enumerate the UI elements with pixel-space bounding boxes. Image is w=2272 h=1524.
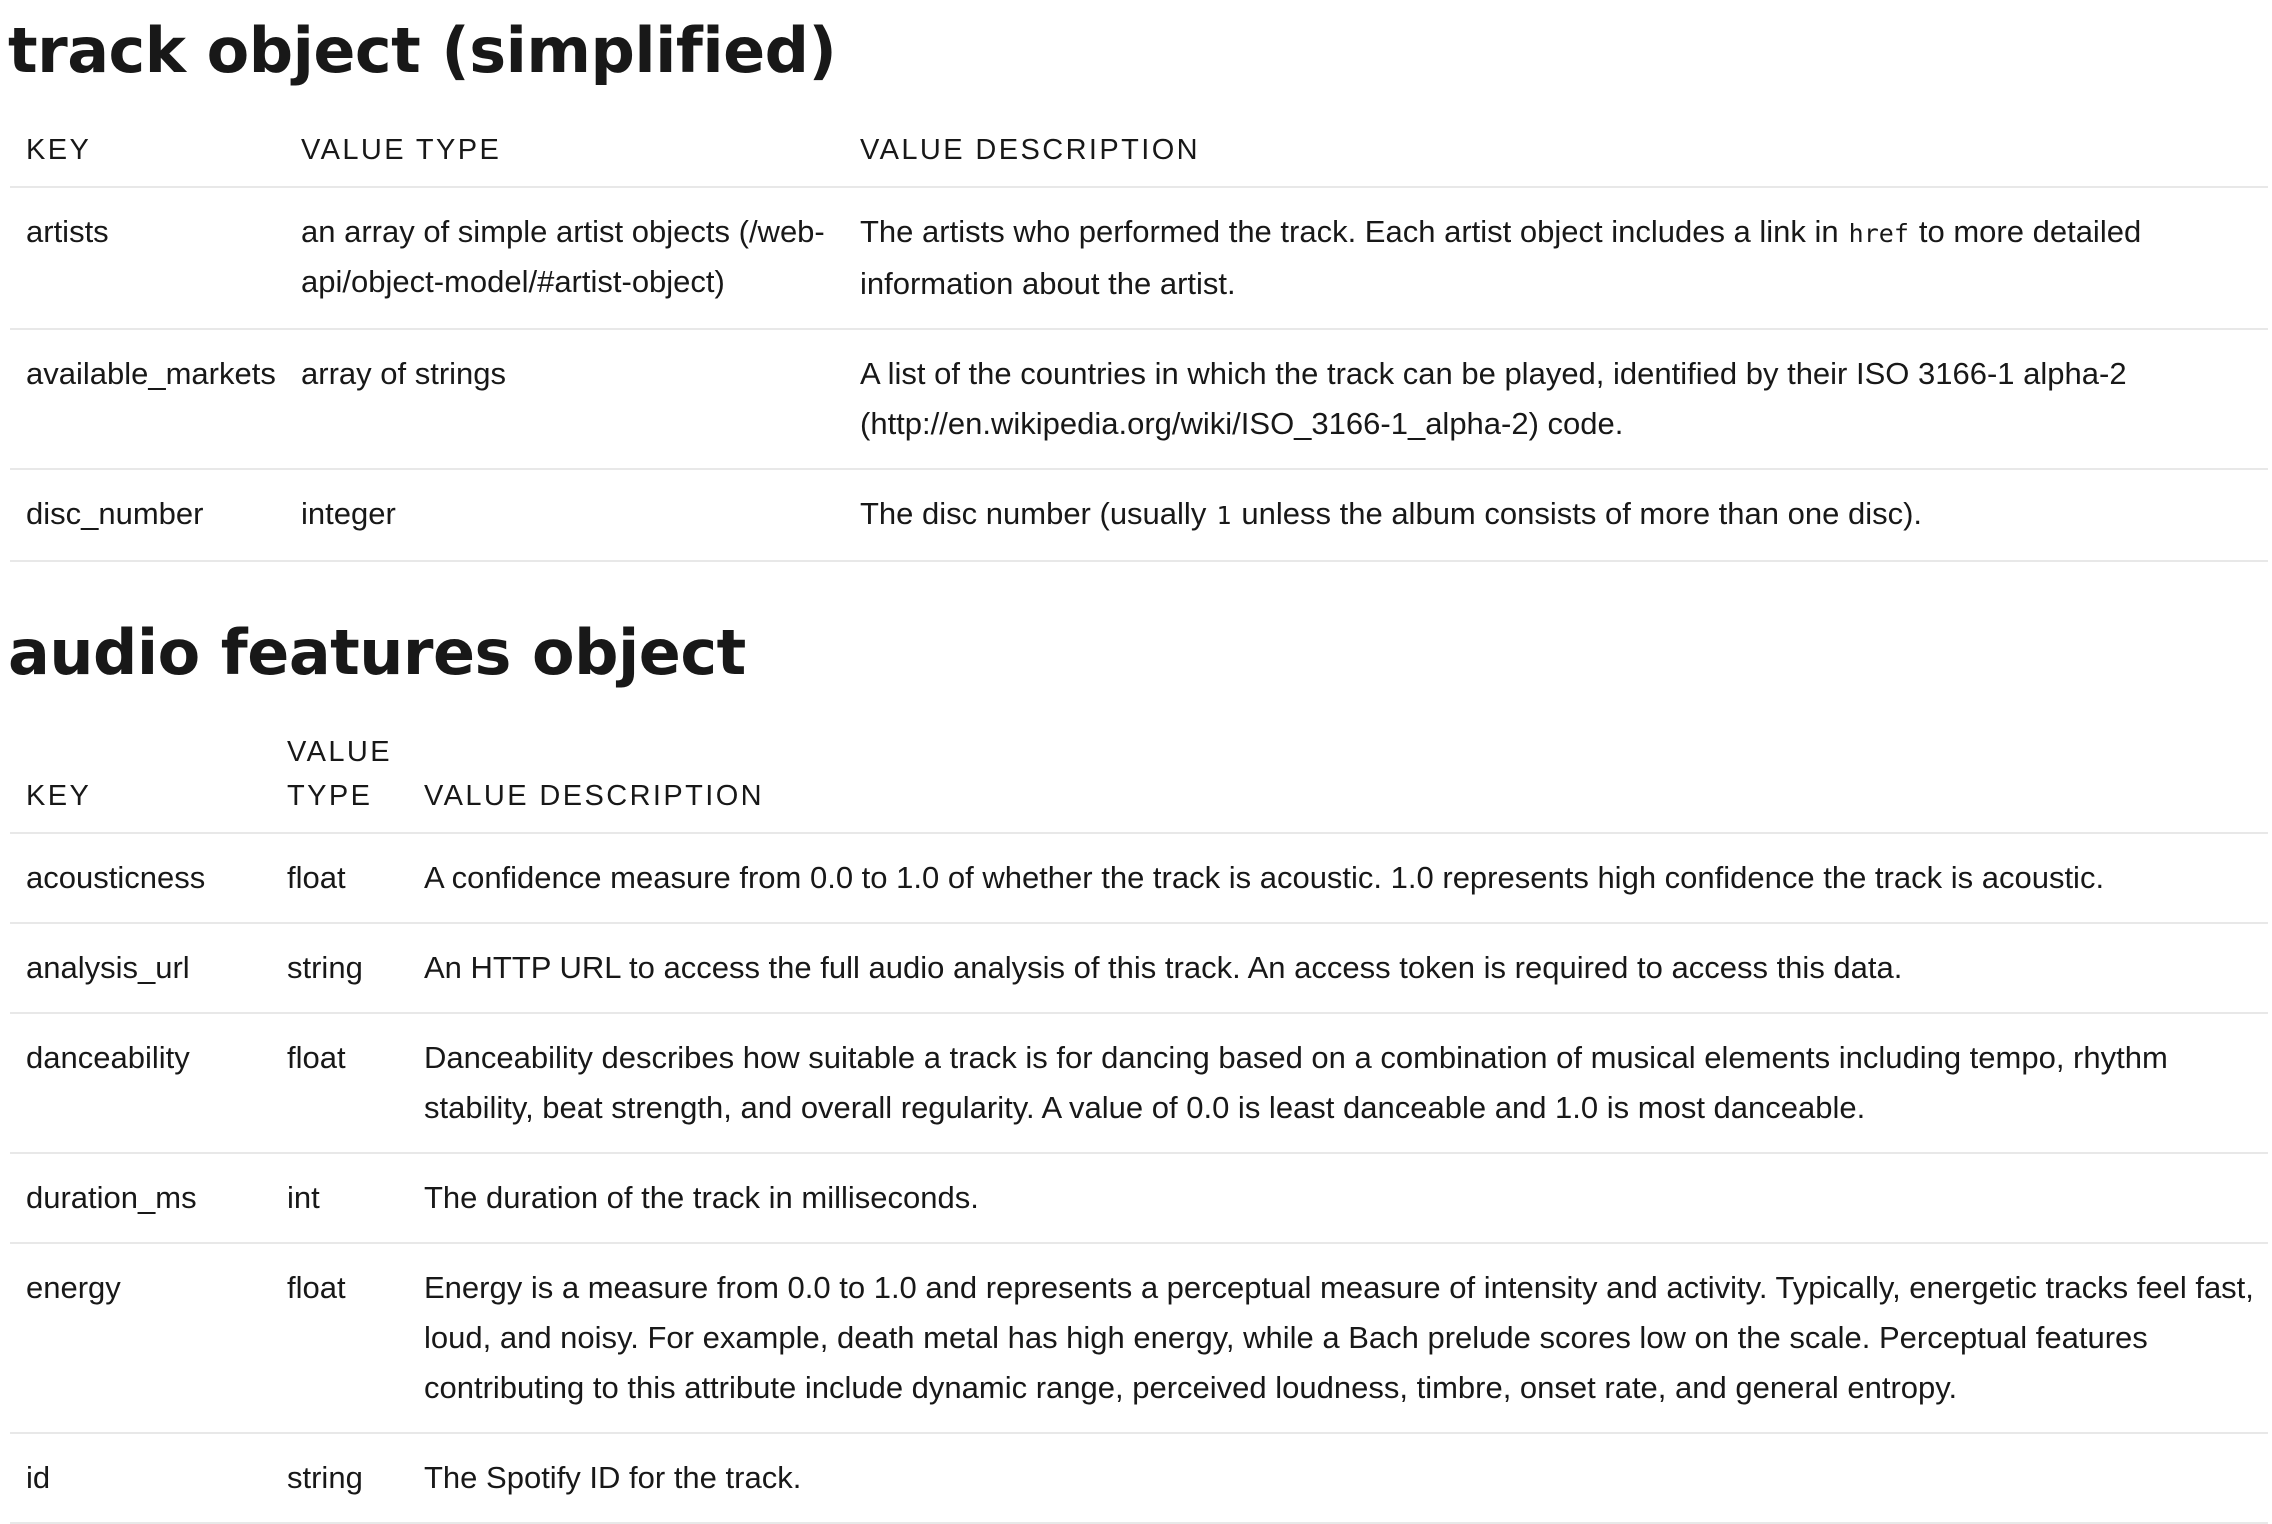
description-cell: The Spotify ID for the track. <box>424 1432 2268 1524</box>
inline-code: 1 <box>1216 501 1232 530</box>
documentation-page: track object (simplified) KEY VALUE TYPE… <box>0 0 2272 1524</box>
key-cell: disc_number <box>10 468 301 562</box>
table-row: available_markets array of strings A lis… <box>10 328 2268 469</box>
table-row: artists an array of simple artist object… <box>10 186 2268 329</box>
table-row: energy float Energy is a measure from 0.… <box>10 1242 2268 1433</box>
description-cell: Energy is a measure from 0.0 to 1.0 and … <box>424 1242 2268 1433</box>
key-cell: danceability <box>10 1012 287 1153</box>
track-object-table: KEY VALUE TYPE VALUE DESCRIPTION artists… <box>10 128 2268 562</box>
key-cell: available_markets <box>10 328 301 469</box>
key-cell: duration_ms <box>10 1152 287 1243</box>
type-cell: integer <box>301 468 860 562</box>
description-cell: An HTTP URL to access the full audio ana… <box>424 922 2268 1013</box>
type-cell: string <box>287 922 424 1013</box>
column-header-value-description: VALUE DESCRIPTION <box>860 134 1200 166</box>
description-cell: The duration of the track in millisecond… <box>424 1152 2268 1243</box>
column-header-value-description: VALUE DESCRIPTION <box>424 780 764 812</box>
description-cell: The disc number (usually 1 unless the albu… <box>860 468 2268 562</box>
column-header-key: KEY <box>26 780 92 812</box>
key-cell: artists <box>10 186 301 329</box>
key-cell: energy <box>10 1242 287 1433</box>
table-row: acousticness float A confidence measure … <box>10 832 2268 923</box>
description-text: The artists who performed the track. Eac… <box>860 214 1839 249</box>
description-text: The disc number (usually <box>860 496 1207 531</box>
type-cell: int <box>287 1152 424 1243</box>
description-cell: Danceability describes how suitable a tr… <box>424 1012 2268 1153</box>
table-header: KEY VALUE TYPE VALUE DESCRIPTION <box>10 128 2268 187</box>
key-cell: acousticness <box>10 832 287 923</box>
description-text: unless the album consists of more than o… <box>1241 496 1923 531</box>
description-cell: The artists who performed the track. Eac… <box>860 186 2268 329</box>
key-cell: analysis_url <box>10 922 287 1013</box>
header-line: TYPE <box>287 780 373 812</box>
table-row: id string The Spotify ID for the track. <box>10 1432 2268 1524</box>
column-header-value-type: VALUE TYPE <box>287 730 424 833</box>
column-header-key: KEY <box>26 134 92 166</box>
section-title-audio-features-object: audio features object <box>8 616 746 689</box>
description-cell: A list of the countries in which the tra… <box>860 328 2268 469</box>
type-cell: float <box>287 832 424 923</box>
table-row: duration_ms int The duration of the trac… <box>10 1152 2268 1243</box>
key-cell: id <box>10 1432 287 1524</box>
table-row: disc_number integer The disc number (usu… <box>10 468 2268 562</box>
audio-features-table: KEY VALUE TYPE VALUE DESCRIPTION acoustic… <box>10 730 2268 1524</box>
column-header-value-type: VALUE TYPE <box>301 134 502 166</box>
table-header: KEY VALUE TYPE VALUE DESCRIPTION <box>10 730 2268 833</box>
inline-code: href <box>1848 219 1909 248</box>
section-title-track-object: track object (simplified) <box>8 14 837 87</box>
description-cell: A confidence measure from 0.0 to 1.0 of … <box>424 832 2268 923</box>
type-cell: an array of simple artist objects (/web-… <box>301 186 860 329</box>
table-row: analysis_url string An HTTP URL to acces… <box>10 922 2268 1013</box>
type-cell: float <box>287 1012 424 1153</box>
table-row: danceability float Danceability describe… <box>10 1012 2268 1153</box>
header-line: VALUE <box>287 736 392 768</box>
type-cell: float <box>287 1242 424 1433</box>
type-cell: array of strings <box>301 328 860 469</box>
type-cell: string <box>287 1432 424 1524</box>
